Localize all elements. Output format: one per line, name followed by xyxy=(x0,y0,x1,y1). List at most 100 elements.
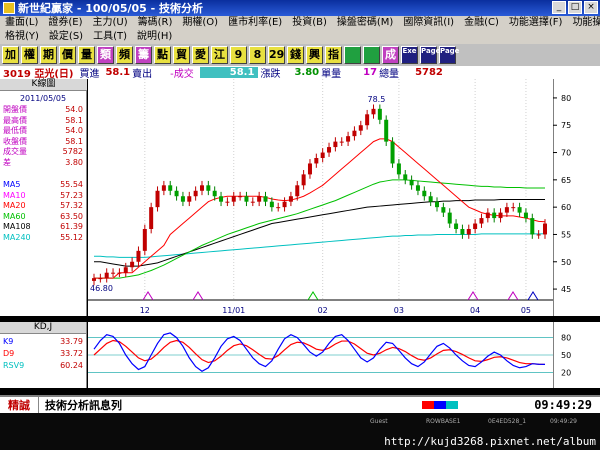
ma-value: 61.39 xyxy=(60,222,83,231)
candle-body xyxy=(422,190,427,197)
candle-body xyxy=(263,196,268,202)
price-chart-area[interactable]: 12 11/01 02 03 04 05 78.5 46.80 xyxy=(88,79,553,316)
kd-chart[interactable] xyxy=(88,322,553,388)
kd-row: K9 33.79 xyxy=(0,336,86,348)
low-annotation: 46.80 xyxy=(90,284,113,293)
toolbar-button[interactable] xyxy=(344,46,361,64)
toolbar-button[interactable]: Page xyxy=(439,46,459,64)
candle-body xyxy=(396,163,401,175)
kd-tick-label: 50 xyxy=(561,351,571,360)
candle-body xyxy=(193,190,198,197)
menu-item[interactable]: 畫面(L) xyxy=(0,16,43,30)
toolbar-button[interactable]: 江 xyxy=(211,46,228,64)
stat-row: 成交量 5782 xyxy=(0,147,86,158)
color-swatch xyxy=(434,401,446,409)
ma240-line xyxy=(94,233,546,258)
stat-label: 開盤價 xyxy=(3,105,27,114)
candle-body xyxy=(403,174,408,180)
color-indicator xyxy=(422,401,458,409)
price-y-axis: 80 75 70 65 60 55 50 45 xyxy=(552,79,571,316)
menu-row-1: 畫面(L) 證券(E) 主力(U) 籌碼(R) 期權(O) 匯市利率(E) 投資(B) 操盤密… xyxy=(0,16,600,30)
toolbar-button[interactable]: 成 xyxy=(382,46,399,64)
menu-item[interactable]: 主力(U) xyxy=(88,16,133,30)
candle-body xyxy=(295,185,300,197)
price-chart[interactable]: 12 11/01 02 03 04 05 78.5 46.80 xyxy=(88,79,553,316)
menu-item[interactable]: 工具(T) xyxy=(88,30,132,44)
toolbar-button[interactable]: 指 xyxy=(325,46,342,64)
signal-marker xyxy=(192,291,204,301)
toolbar-button[interactable] xyxy=(363,46,380,64)
menu-item[interactable]: 操盤密碼(M) xyxy=(332,16,398,30)
ma-label: MA240 xyxy=(3,232,31,242)
candle-body xyxy=(98,278,103,280)
trade-label: -成交 xyxy=(170,69,194,80)
candle-body xyxy=(149,207,154,229)
candle-body xyxy=(536,234,541,236)
menu-item[interactable]: 說明(H) xyxy=(132,30,177,44)
menu-bar: 畫面(L) 證券(E) 主力(U) 籌碼(R) 期權(O) 匯市利率(E) 投資(B) 操盤密… xyxy=(0,16,600,44)
menu-item[interactable]: 期權(O) xyxy=(177,16,223,30)
toolbar-button[interactable]: 頻 xyxy=(116,46,133,64)
stat-row: 差 3.80 xyxy=(0,158,86,169)
menu-item[interactable]: 格視(Y) xyxy=(0,30,44,44)
toolbar-button[interactable]: 加 xyxy=(2,46,19,64)
toolbar-button[interactable]: 興 xyxy=(306,46,323,64)
toolbar-button[interactable]: 價 xyxy=(59,46,76,64)
total-value: 5782 xyxy=(415,67,443,78)
vol-label: 單量 xyxy=(321,69,342,80)
buy-label: 買進 xyxy=(79,69,100,80)
toolbar-button[interactable]: 權 xyxy=(21,46,38,64)
toolbar-button[interactable]: Page xyxy=(420,46,440,64)
candle-body xyxy=(485,212,490,219)
toolbar-button[interactable]: 貿 xyxy=(173,46,190,64)
toolbar-button[interactable]: 量 xyxy=(78,46,95,64)
ma-label: MA5 xyxy=(3,180,21,189)
menu-item[interactable]: 功能操作(E) xyxy=(567,16,600,30)
close-button[interactable]: × xyxy=(584,1,598,14)
ma-row: MA10 57.23 xyxy=(0,191,86,202)
toolbar-button[interactable]: 錢 xyxy=(287,46,304,64)
toolbar-button[interactable]: 期 xyxy=(40,46,57,64)
toolbar-button[interactable]: 29 xyxy=(268,46,285,64)
menu-item[interactable]: 投資(B) xyxy=(287,16,332,30)
toolbar-button[interactable]: 類 xyxy=(97,46,114,64)
candle-body xyxy=(460,229,465,235)
candle-body xyxy=(415,185,420,191)
menu-item[interactable]: 國際資訊(I) xyxy=(398,16,459,30)
kd-chart-area[interactable] xyxy=(88,322,553,388)
kd-title[interactable]: KD,J xyxy=(0,322,86,334)
candle-body xyxy=(130,261,135,268)
candle-body xyxy=(466,229,471,235)
toolbar-button[interactable]: 8 xyxy=(249,46,266,64)
y-tick-label: 65 xyxy=(561,176,571,185)
kd-value: 60.24 xyxy=(60,361,83,370)
kchart-title[interactable]: K線圖 xyxy=(0,79,87,91)
candle-body xyxy=(117,272,122,274)
menu-item[interactable]: 籌碼(R) xyxy=(133,16,178,30)
maximize-button[interactable]: □ xyxy=(568,1,582,14)
taskbar: Guest ROWBASE1 0E4ED528_1 09:49:29 http:… xyxy=(0,413,600,450)
color-swatch xyxy=(422,401,434,409)
title-bar: 新世紀贏家 - 100/05/05 - 技術分析 _ □ × xyxy=(0,0,600,16)
taskbar-time: 09:49:29 xyxy=(550,418,577,425)
app-icon xyxy=(3,2,15,14)
quote-bar: 3019 亞光(日) 買進 58.1 賣出 -成交 58.1 漲跌 3.80 單… xyxy=(0,66,600,80)
toolbar-button[interactable]: 籌 xyxy=(135,46,152,64)
stat-row: 開盤價 54.0 xyxy=(0,105,86,116)
toolbar-button[interactable]: 點 xyxy=(154,46,171,64)
candle-body xyxy=(530,218,535,235)
menu-item[interactable]: 證券(E) xyxy=(43,16,87,30)
menu-item[interactable]: 功能選擇(F) xyxy=(504,16,568,30)
toolbar-button[interactable]: 愛 xyxy=(192,46,209,64)
candle-body xyxy=(111,272,116,274)
y-tick-label: 60 xyxy=(561,203,571,212)
toolbar-button[interactable]: Exe xyxy=(401,46,418,64)
menu-item[interactable]: 設定(S) xyxy=(44,30,88,44)
menu-item[interactable]: 匯市利率(E) xyxy=(223,16,287,30)
candle-body xyxy=(92,278,96,281)
kchart-legend-panel: K線圖 2011/05/05 開盤價 54.0 最高價 58.1 最低價 54.0 收盤價 5… xyxy=(0,79,87,316)
status-message: 技術分析訊息列 xyxy=(45,399,122,412)
toolbar-button[interactable]: 9 xyxy=(230,46,247,64)
minimize-button[interactable]: _ xyxy=(552,1,566,14)
menu-item[interactable]: 金融(C) xyxy=(459,16,504,30)
